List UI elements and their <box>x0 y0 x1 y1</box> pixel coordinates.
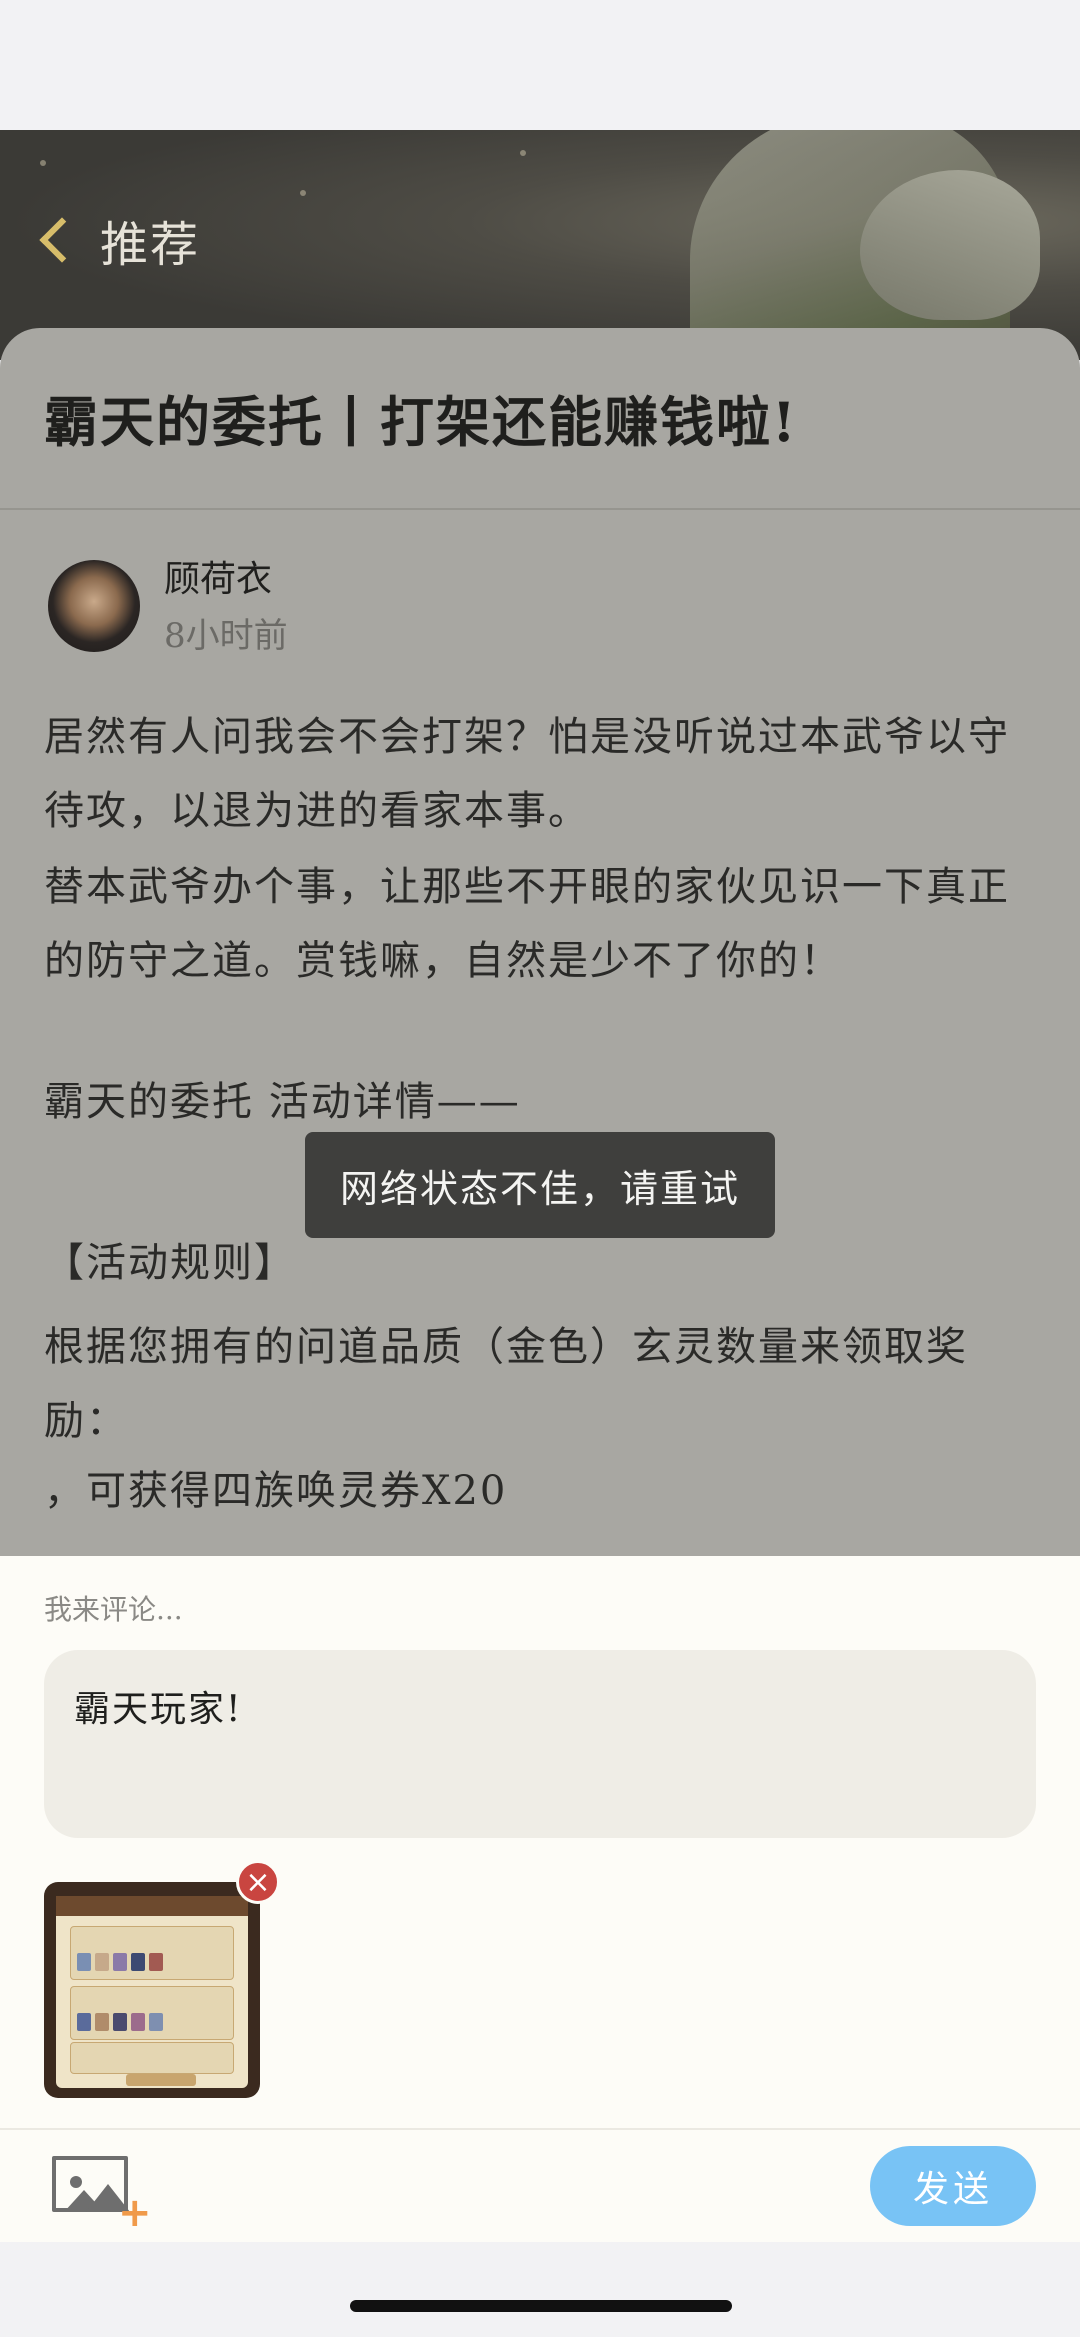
banner-sparkle <box>40 160 46 166</box>
post-time: 8小时前 <box>164 616 288 656</box>
image-add-icon <box>52 2156 130 2212</box>
paragraph: 替本武爷办个事，让那些不开眼的家伙见识一下真正的防守之道。赏钱嘛，自然是少不了你… <box>44 864 1010 984</box>
avatar[interactable] <box>48 560 140 652</box>
network-error-toast: 网络状态不佳，请重试 <box>305 1132 775 1238</box>
thumbnail-cell <box>131 1953 145 1971</box>
back-button[interactable]: 推荐 <box>39 205 201 275</box>
paragraph: ，可获得四族唤灵券X20 <box>44 1468 508 1514</box>
banner-sparkle <box>520 150 526 156</box>
thumbnail-content <box>56 1896 248 2088</box>
thumbnail-row <box>70 2042 234 2074</box>
thumbnail-cell <box>131 2013 145 2031</box>
author-name[interactable]: 顾荷衣 <box>164 550 272 602</box>
thumbnail-cell <box>95 1953 109 1971</box>
back-label: 推荐 <box>100 217 201 273</box>
send-button[interactable]: 发送 <box>870 2146 1036 2226</box>
close-icon: × <box>245 1864 271 1900</box>
comment-input-text[interactable]: 霸天玩家! <box>74 1680 242 1732</box>
remove-image-button[interactable]: × <box>236 1860 280 1904</box>
comment-hint: 我来评论... <box>44 1593 183 1626</box>
banner-sparkle <box>300 190 306 196</box>
thumbnail-cell <box>77 1953 91 1971</box>
paragraph: 根据您拥有的问道品质（金色）玄灵数量来领取奖励： <box>44 1324 968 1444</box>
status-bar <box>0 0 1080 130</box>
thumbnail-row <box>70 1926 234 1980</box>
add-image-button[interactable]: + <box>52 2152 152 2233</box>
paragraph: 居然有人问我会不会打架？怕是没听说过本武爷以守待攻，以退为进的看家本事。 <box>44 714 1010 834</box>
toolbar-divider <box>0 2128 1080 2130</box>
thumbnail-cell <box>113 1953 127 1971</box>
attached-image-thumbnail[interactable] <box>44 1882 260 2098</box>
chevron-left-icon <box>39 217 85 263</box>
thumbnail-cell <box>77 2013 91 2031</box>
article-title: 霸天的委托丨打架还能赚钱啦! <box>44 390 798 454</box>
home-indicator[interactable] <box>350 2300 732 2312</box>
thumbnail-cell <box>149 1953 163 1971</box>
title-divider <box>0 508 1080 510</box>
thumbnail-button-graphic <box>126 2074 196 2086</box>
thumbnail-header <box>56 1896 248 1916</box>
comment-input[interactable] <box>44 1650 1036 1838</box>
paragraph: 霸天的委托 活动详情—— <box>44 1079 521 1125</box>
thumbnail-cell <box>95 2013 109 2031</box>
thumbnail-cell <box>113 2013 127 2031</box>
thumbnail-row <box>70 1986 234 2040</box>
plus-icon: + <box>118 2190 152 2236</box>
thumbnail-cell <box>149 2013 163 2031</box>
